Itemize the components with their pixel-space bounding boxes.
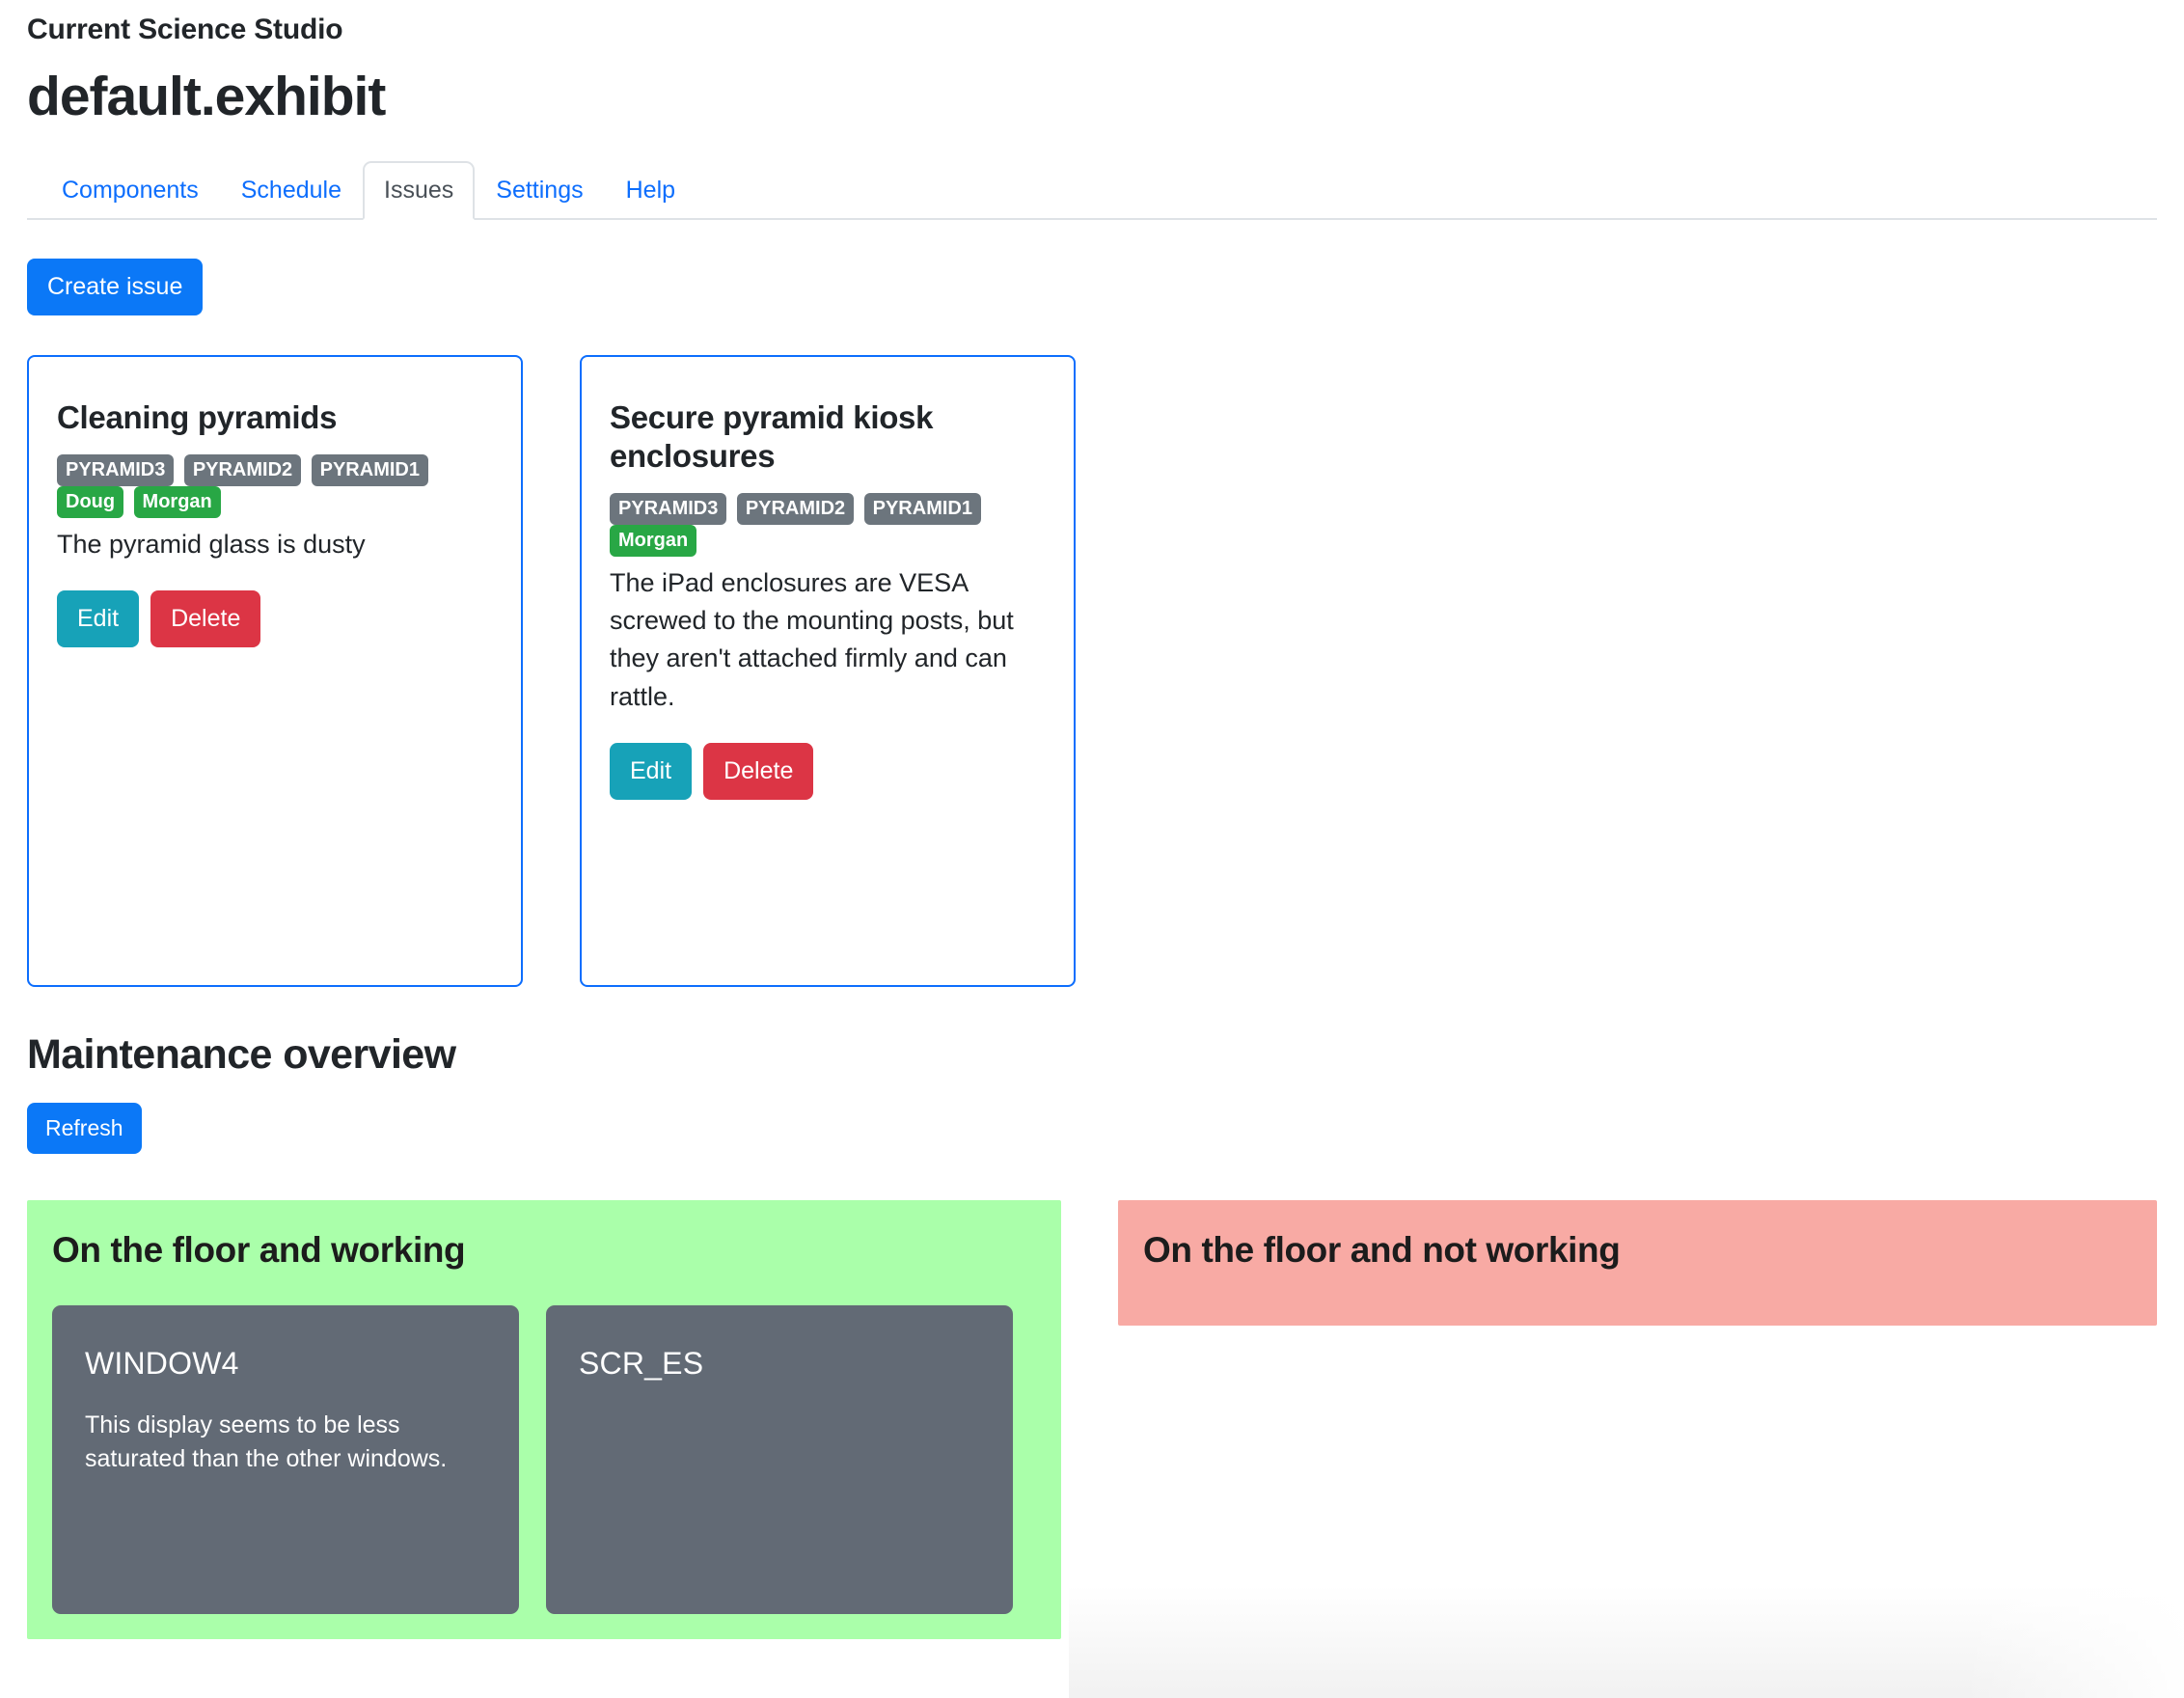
issue-description: The pyramid glass is dusty xyxy=(57,529,366,559)
tab-bar: Components Schedule Issues Settings Help xyxy=(27,160,2157,220)
tab-issues[interactable]: Issues xyxy=(363,160,476,220)
issue-card[interactable]: Cleaning pyramids PYRAMID3 PYRAMID2 PYRA… xyxy=(27,354,523,987)
component-name: SCR_ES xyxy=(579,1345,704,1381)
issue-badges: PYRAMID3 PYRAMID2 PYRAMID1 Morgan xyxy=(610,493,1024,558)
issue-card-list: Cleaning pyramids PYRAMID3 PYRAMID2 PYRA… xyxy=(27,354,2157,987)
component-badge: PYRAMID1 xyxy=(863,493,981,526)
issue-description: The iPad enclosures are VESA screwed to … xyxy=(610,568,1014,711)
component-badge: PYRAMID3 xyxy=(57,453,175,486)
issue-actions: Edit Delete xyxy=(610,742,1046,800)
tab-settings[interactable]: Settings xyxy=(475,161,604,220)
issue-actions: Edit Delete xyxy=(57,590,493,648)
component-card[interactable]: SCR_ES xyxy=(546,1304,1013,1614)
component-note: This display seems to be less saturated … xyxy=(85,1410,448,1473)
component-card[interactable]: WINDOW4 This display seems to be less sa… xyxy=(52,1304,519,1614)
app-title: Current Science Studio xyxy=(27,14,343,45)
delete-button[interactable]: Delete xyxy=(703,742,814,800)
component-card-list: WINDOW4 This display seems to be less sa… xyxy=(52,1304,1036,1614)
maintenance-overview-heading: Maintenance overview xyxy=(27,1030,456,1078)
component-name: WINDOW4 xyxy=(85,1345,239,1381)
create-issue-button[interactable]: Create issue xyxy=(27,258,204,315)
tab-schedule[interactable]: Schedule xyxy=(220,161,363,220)
assignee-badge: Morgan xyxy=(610,525,697,558)
issue-title: Cleaning pyramids xyxy=(57,398,338,435)
component-badge: PYRAMID2 xyxy=(736,493,855,526)
maintenance-panels: On the floor and working WINDOW4 This di… xyxy=(27,1199,2157,1639)
assignee-badge: Doug xyxy=(57,485,124,518)
panel-on-floor-working: On the floor and working WINDOW4 This di… xyxy=(27,1199,1062,1639)
component-badge: PYRAMID2 xyxy=(183,453,302,486)
component-badge: PYRAMID3 xyxy=(610,493,727,526)
issue-badges: PYRAMID3 PYRAMID2 PYRAMID1 Doug Morgan xyxy=(57,453,472,518)
tab-components[interactable]: Components xyxy=(41,161,220,220)
panel-title: On the floor and working xyxy=(52,1229,466,1270)
refresh-button[interactable]: Refresh xyxy=(27,1102,142,1154)
edit-button[interactable]: Edit xyxy=(57,590,140,648)
tab-help[interactable]: Help xyxy=(605,161,696,220)
page-root: Current Science Studio default.exhibit C… xyxy=(0,14,2184,1698)
delete-button[interactable]: Delete xyxy=(150,590,261,648)
page-title: default.exhibit xyxy=(27,66,386,127)
assignee-badge: Morgan xyxy=(133,485,221,518)
panel-title: On the floor and not working xyxy=(1143,1229,1621,1270)
issue-title: Secure pyramid kiosk enclosures xyxy=(610,398,934,474)
panel-on-floor-not-working: On the floor and not working xyxy=(1118,1199,2157,1326)
edit-button[interactable]: Edit xyxy=(610,742,693,800)
issue-card[interactable]: Secure pyramid kiosk enclosures PYRAMID3… xyxy=(580,354,1076,987)
component-badge: PYRAMID1 xyxy=(311,453,428,486)
